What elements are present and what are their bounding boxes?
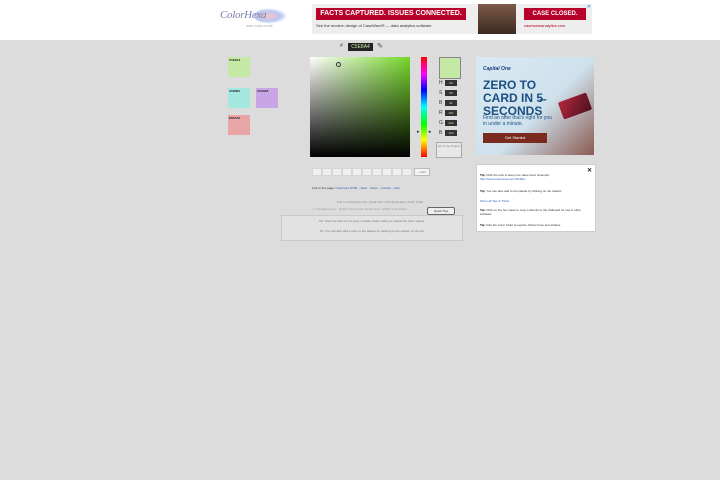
color-preview-new xyxy=(439,57,461,79)
hue-slider[interactable] xyxy=(421,57,427,157)
sidebar-ad[interactable]: Capital One ZERO TO CARD IN 5̶ SECONDS F… xyxy=(476,57,594,155)
tip-item: Tip: Visit the Color Chart to explore fu… xyxy=(480,223,588,227)
banner-right-headline: CASE CLOSED. xyxy=(524,8,586,20)
tip-item: Show all Tips & Tricks xyxy=(480,199,588,203)
link-contact[interactable]: Contact xyxy=(381,186,391,190)
palette-cell[interactable] xyxy=(332,168,342,176)
tip-link[interactable]: http://www.colorhexa.com/c5e8a4 xyxy=(480,177,525,181)
field-b: B 91 xyxy=(439,100,459,106)
field-value[interactable]: 91 xyxy=(445,100,457,106)
field-label: B xyxy=(439,100,443,106)
field-h: H 90 xyxy=(439,80,459,86)
swatch-label: C5E8A4 xyxy=(229,58,241,62)
hue-arrow-left-icon[interactable]: ▸ xyxy=(417,129,420,135)
field-label: H xyxy=(439,80,443,86)
field-value[interactable]: 197 xyxy=(445,110,457,116)
palette-add-button[interactable]: + add xyxy=(414,168,430,176)
hue-arrow-right-icon[interactable]: ◂ xyxy=(428,129,431,135)
palette-cell[interactable] xyxy=(382,168,392,176)
hex-input[interactable]: C5E8A4 xyxy=(348,43,373,51)
field-label: G xyxy=(439,120,443,126)
credit-line[interactable]: Link to ColorHexa.com: Quick Tips | CSS … xyxy=(290,200,470,204)
banner-ad[interactable]: FACTS CAPTURED. ISSUES CONNECTED. See th… xyxy=(312,4,592,34)
palette-cell[interactable] xyxy=(352,168,362,176)
palette-cell[interactable] xyxy=(372,168,382,176)
ad-close-icon[interactable]: ✕ xyxy=(587,4,591,10)
field-value[interactable]: 56 xyxy=(445,90,457,96)
tip-item: Tip: Click on the hex value to copy it d… xyxy=(480,208,588,216)
quick-tips-button[interactable]: Quick Tips xyxy=(427,207,455,215)
link-save[interactable]: Save xyxy=(360,186,367,190)
link-help[interactable]: Help xyxy=(394,186,400,190)
swatch-3[interactable]: C9A5E8 xyxy=(256,88,278,108)
field-label: B xyxy=(439,130,443,136)
link-download[interactable]: Download HTML xyxy=(336,186,358,190)
tip-text-1: Tip: Click the lock icon to keep a shade… xyxy=(319,219,425,223)
field-b2: B 164 xyxy=(439,130,459,136)
field-label: R xyxy=(439,110,443,116)
page-links: Link to this page: Download HTML · Save … xyxy=(312,186,400,190)
field-g: G 232 xyxy=(439,120,459,126)
link-share[interactable]: Share xyxy=(370,186,378,190)
palette-cell[interactable] xyxy=(392,168,402,176)
swatch-label: C9A5E8 xyxy=(257,89,269,93)
logo-subtitle: web color tools xyxy=(246,23,273,28)
sv-cursor[interactable] xyxy=(336,62,341,67)
banner-photo xyxy=(478,4,516,34)
tip-link[interactable]: Show all Tips & Tricks xyxy=(480,199,509,203)
field-value[interactable]: 232 xyxy=(445,120,457,126)
swatch-label: A5E8E0 xyxy=(229,89,241,93)
tips-box: Tip: Click the lock icon to keep a shade… xyxy=(281,215,463,241)
palette-cell[interactable] xyxy=(322,168,332,176)
palette-cell[interactable] xyxy=(342,168,352,176)
credit-card-image xyxy=(557,92,593,120)
swatch-2[interactable]: A5E8E0 xyxy=(228,88,250,108)
field-r: R 197 xyxy=(439,110,459,116)
links-prefix: Link to this page: xyxy=(312,186,335,190)
swatch-4[interactable]: E8A5A5 xyxy=(228,115,250,135)
eyedropper-icon[interactable]: ✎ xyxy=(377,42,383,50)
tip-item: Tip: Click the lock to keep one value fi… xyxy=(480,173,588,181)
field-value[interactable]: 164 xyxy=(445,130,457,136)
tip-title: Tip: xyxy=(480,223,486,227)
tip-title: Tip: xyxy=(480,189,486,193)
ad-subtext: Find an offer that's right for you in un… xyxy=(483,115,552,127)
sv-black-gradient xyxy=(310,57,410,157)
field-value[interactable]: 90 xyxy=(445,80,457,86)
banner-subline: See the modern design of CaseWare® — dat… xyxy=(316,23,433,28)
field-label: S xyxy=(439,90,443,96)
ad-headline: ZERO TO CARD IN 5̶ SECONDS xyxy=(483,78,544,118)
set-palette-button[interactable]: Set to the Palette xyxy=(436,142,462,158)
palette-cell[interactable] xyxy=(312,168,322,176)
palette-cell[interactable] xyxy=(362,168,372,176)
logo-text: ColorHexa xyxy=(220,9,267,21)
banner-right-subline: casewareanalytics.com xyxy=(524,23,566,28)
tip-text: Visit the Color Chart to explore further… xyxy=(486,223,562,227)
swatch-1[interactable]: C5E8A4 xyxy=(228,57,250,77)
tip-text-2: Tip: You can also add a color to the pal… xyxy=(319,229,425,233)
palette-cell[interactable] xyxy=(402,168,412,176)
top-bar: ColorHexa web color tools FACTS CAPTURED… xyxy=(0,0,720,40)
swatch-label: E8A5A5 xyxy=(229,116,241,120)
tip-text: You can also add to the palette by click… xyxy=(486,189,563,193)
ad-cta-button[interactable]: Get Started xyxy=(483,133,547,143)
field-s: S 56 xyxy=(439,90,459,96)
copyright: © ColorHexa.com · Quick Online Color Pic… xyxy=(312,207,408,211)
tip-text: Click on the hex value to copy it direct… xyxy=(480,208,582,216)
ad-brand: Capital One xyxy=(483,66,511,72)
site-logo[interactable]: ColorHexa web color tools xyxy=(220,7,290,31)
hex-label: # xyxy=(340,43,343,49)
banner-headline: FACTS CAPTURED. ISSUES CONNECTED. xyxy=(316,8,466,20)
tip-item: Tip: You can also add to the palette by … xyxy=(480,189,588,193)
tips-panel: ✕ Tip: Click the lock to keep one value … xyxy=(476,164,596,232)
saturation-brightness-square[interactable] xyxy=(310,57,410,157)
